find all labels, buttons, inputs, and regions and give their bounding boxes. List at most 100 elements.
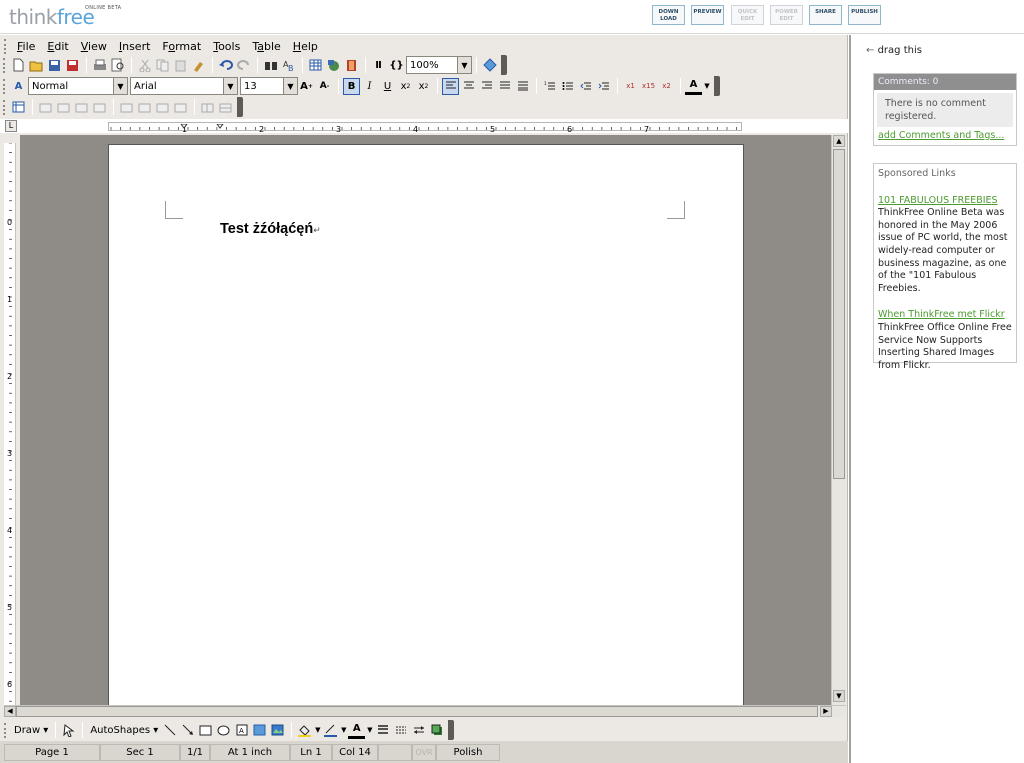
- styles-icon[interactable]: A: [10, 78, 27, 95]
- delete-column-icon[interactable]: [136, 99, 153, 116]
- toolbar-grip[interactable]: [3, 99, 7, 115]
- chevron-down-icon[interactable]: ▼: [283, 78, 297, 94]
- horizontal-ruler[interactable]: 1234567: [108, 122, 742, 134]
- line-color-icon[interactable]: [322, 722, 339, 739]
- horizontal-scroll-thumb[interactable]: [16, 706, 818, 717]
- status-overtype[interactable]: OVR: [412, 743, 436, 761]
- justify-icon[interactable]: [496, 78, 513, 95]
- menu-view[interactable]: View: [75, 40, 113, 53]
- align-left-icon[interactable]: [442, 77, 459, 95]
- menu-file[interactable]: File: [11, 40, 41, 53]
- text-box-icon[interactable]: A: [233, 722, 250, 739]
- quick-edit-button[interactable]: QUICK EDIT: [731, 5, 764, 25]
- image-icon[interactable]: [269, 722, 286, 739]
- toolbar-grip[interactable]: [4, 722, 8, 738]
- grow-font-icon[interactable]: A +: [298, 78, 315, 95]
- copy-icon[interactable]: [154, 57, 171, 74]
- toolbar-end-handle[interactable]: [501, 55, 507, 75]
- replace-icon[interactable]: AB: [280, 57, 297, 74]
- menu-table[interactable]: Table: [246, 40, 286, 53]
- chevron-down-icon[interactable]: ▼: [223, 78, 237, 94]
- font-size-select[interactable]: 13 ▼: [240, 77, 298, 95]
- scroll-left-icon[interactable]: ◀: [4, 706, 16, 717]
- table-properties-icon[interactable]: [10, 99, 27, 116]
- italic-icon[interactable]: I: [361, 78, 378, 95]
- arrow-icon[interactable]: [179, 722, 196, 739]
- chart-icon[interactable]: [325, 57, 342, 74]
- scroll-down-icon[interactable]: ▼: [833, 690, 845, 702]
- line-spacing-15-icon[interactable]: x15: [640, 78, 657, 95]
- arrow-style-icon[interactable]: [410, 722, 427, 739]
- insert-row-below-icon[interactable]: [55, 99, 72, 116]
- fill-color-icon[interactable]: [296, 722, 313, 739]
- superscript-icon[interactable]: x2: [397, 78, 414, 95]
- underline-icon[interactable]: U: [379, 78, 396, 95]
- paragraph-marks-icon[interactable]: Ⅱ: [370, 57, 387, 74]
- document-text[interactable]: Test żźółąćęń↵: [220, 221, 321, 237]
- print-preview-icon[interactable]: [109, 57, 126, 74]
- bullet-list-icon[interactable]: [559, 78, 576, 95]
- delete-row-icon[interactable]: [118, 99, 135, 116]
- chevron-down-icon[interactable]: ▼: [314, 722, 321, 739]
- font-color-icon[interactable]: A: [685, 78, 702, 95]
- cut-icon[interactable]: [136, 57, 153, 74]
- book-icon[interactable]: [343, 57, 360, 74]
- align-center-icon[interactable]: [460, 78, 477, 95]
- menu-format[interactable]: Format: [156, 40, 207, 53]
- menu-edit[interactable]: Edit: [41, 40, 74, 53]
- insert-column-left-icon[interactable]: [73, 99, 90, 116]
- table-icon[interactable]: [307, 57, 324, 74]
- align-right-icon[interactable]: [478, 78, 495, 95]
- chevron-down-icon[interactable]: ▼: [703, 78, 711, 95]
- delete-cell-icon[interactable]: [154, 99, 171, 116]
- save-icon[interactable]: [46, 57, 63, 74]
- print-icon[interactable]: [91, 57, 108, 74]
- chevron-down-icon[interactable]: ▼: [113, 78, 127, 94]
- publish-button[interactable]: PUBLISH: [848, 5, 881, 25]
- chevron-down-icon[interactable]: ▼: [457, 57, 471, 73]
- tab-stop-selector[interactable]: L: [5, 120, 17, 132]
- merge-cells-icon[interactable]: [172, 99, 189, 116]
- drag-handle[interactable]: ← drag this: [866, 45, 922, 56]
- sponsored-link[interactable]: 101 FABULOUS FREEBIES: [878, 195, 1012, 208]
- new-document-icon[interactable]: [10, 57, 27, 74]
- toolbar-end-handle[interactable]: [237, 97, 243, 117]
- power-edit-button[interactable]: POWER EDIT: [770, 5, 803, 25]
- chevron-down-icon[interactable]: ▼: [366, 722, 373, 739]
- clip-art-icon[interactable]: [251, 722, 268, 739]
- format-painter-icon[interactable]: [190, 57, 207, 74]
- horizontal-scrollbar[interactable]: ◀ ▶: [4, 705, 846, 717]
- split-cells-icon[interactable]: [199, 99, 216, 116]
- distribute-icon[interactable]: [514, 78, 531, 95]
- line-icon[interactable]: [161, 722, 178, 739]
- autoshapes-menu[interactable]: AutoShapes ▾: [87, 725, 161, 736]
- status-language[interactable]: Polish: [436, 743, 500, 761]
- chevron-down-icon[interactable]: ▼: [340, 722, 347, 739]
- vertical-ruler[interactable]: 0 1 2 3 4 5 6: [4, 142, 16, 705]
- vertical-scrollbar[interactable]: ▲ ▼: [831, 135, 846, 705]
- subscript-icon[interactable]: x2: [415, 78, 432, 95]
- open-folder-icon[interactable]: [28, 57, 45, 74]
- rectangle-icon[interactable]: [197, 722, 214, 739]
- toolbar-grip[interactable]: [3, 57, 7, 73]
- sponsored-link[interactable]: When ThinkFree met Flickr: [878, 309, 1012, 322]
- toolbar-grip[interactable]: [4, 38, 8, 54]
- scroll-right-icon[interactable]: ▶: [820, 706, 832, 717]
- bold-icon[interactable]: B: [343, 77, 360, 95]
- shadow-icon[interactable]: [428, 722, 445, 739]
- draw-menu[interactable]: Draw ▾: [11, 725, 51, 736]
- undo-icon[interactable]: [217, 57, 234, 74]
- vertical-scroll-thumb[interactable]: [833, 149, 845, 479]
- redo-icon[interactable]: [235, 57, 252, 74]
- insert-row-above-icon[interactable]: [37, 99, 54, 116]
- line-spacing-1-icon[interactable]: x1: [622, 78, 639, 95]
- find-icon[interactable]: [262, 57, 279, 74]
- menu-help[interactable]: Help: [287, 40, 324, 53]
- font-select[interactable]: Arial ▼: [130, 77, 238, 95]
- numbered-list-icon[interactable]: 1: [541, 78, 558, 95]
- preview-button[interactable]: PREVIEW: [691, 5, 724, 25]
- shrink-font-icon[interactable]: A-: [316, 78, 333, 95]
- document-page[interactable]: Test żźółąćęń↵: [108, 144, 744, 714]
- menu-insert[interactable]: Insert: [113, 40, 157, 53]
- zoom-select[interactable]: 100% ▼: [406, 56, 472, 74]
